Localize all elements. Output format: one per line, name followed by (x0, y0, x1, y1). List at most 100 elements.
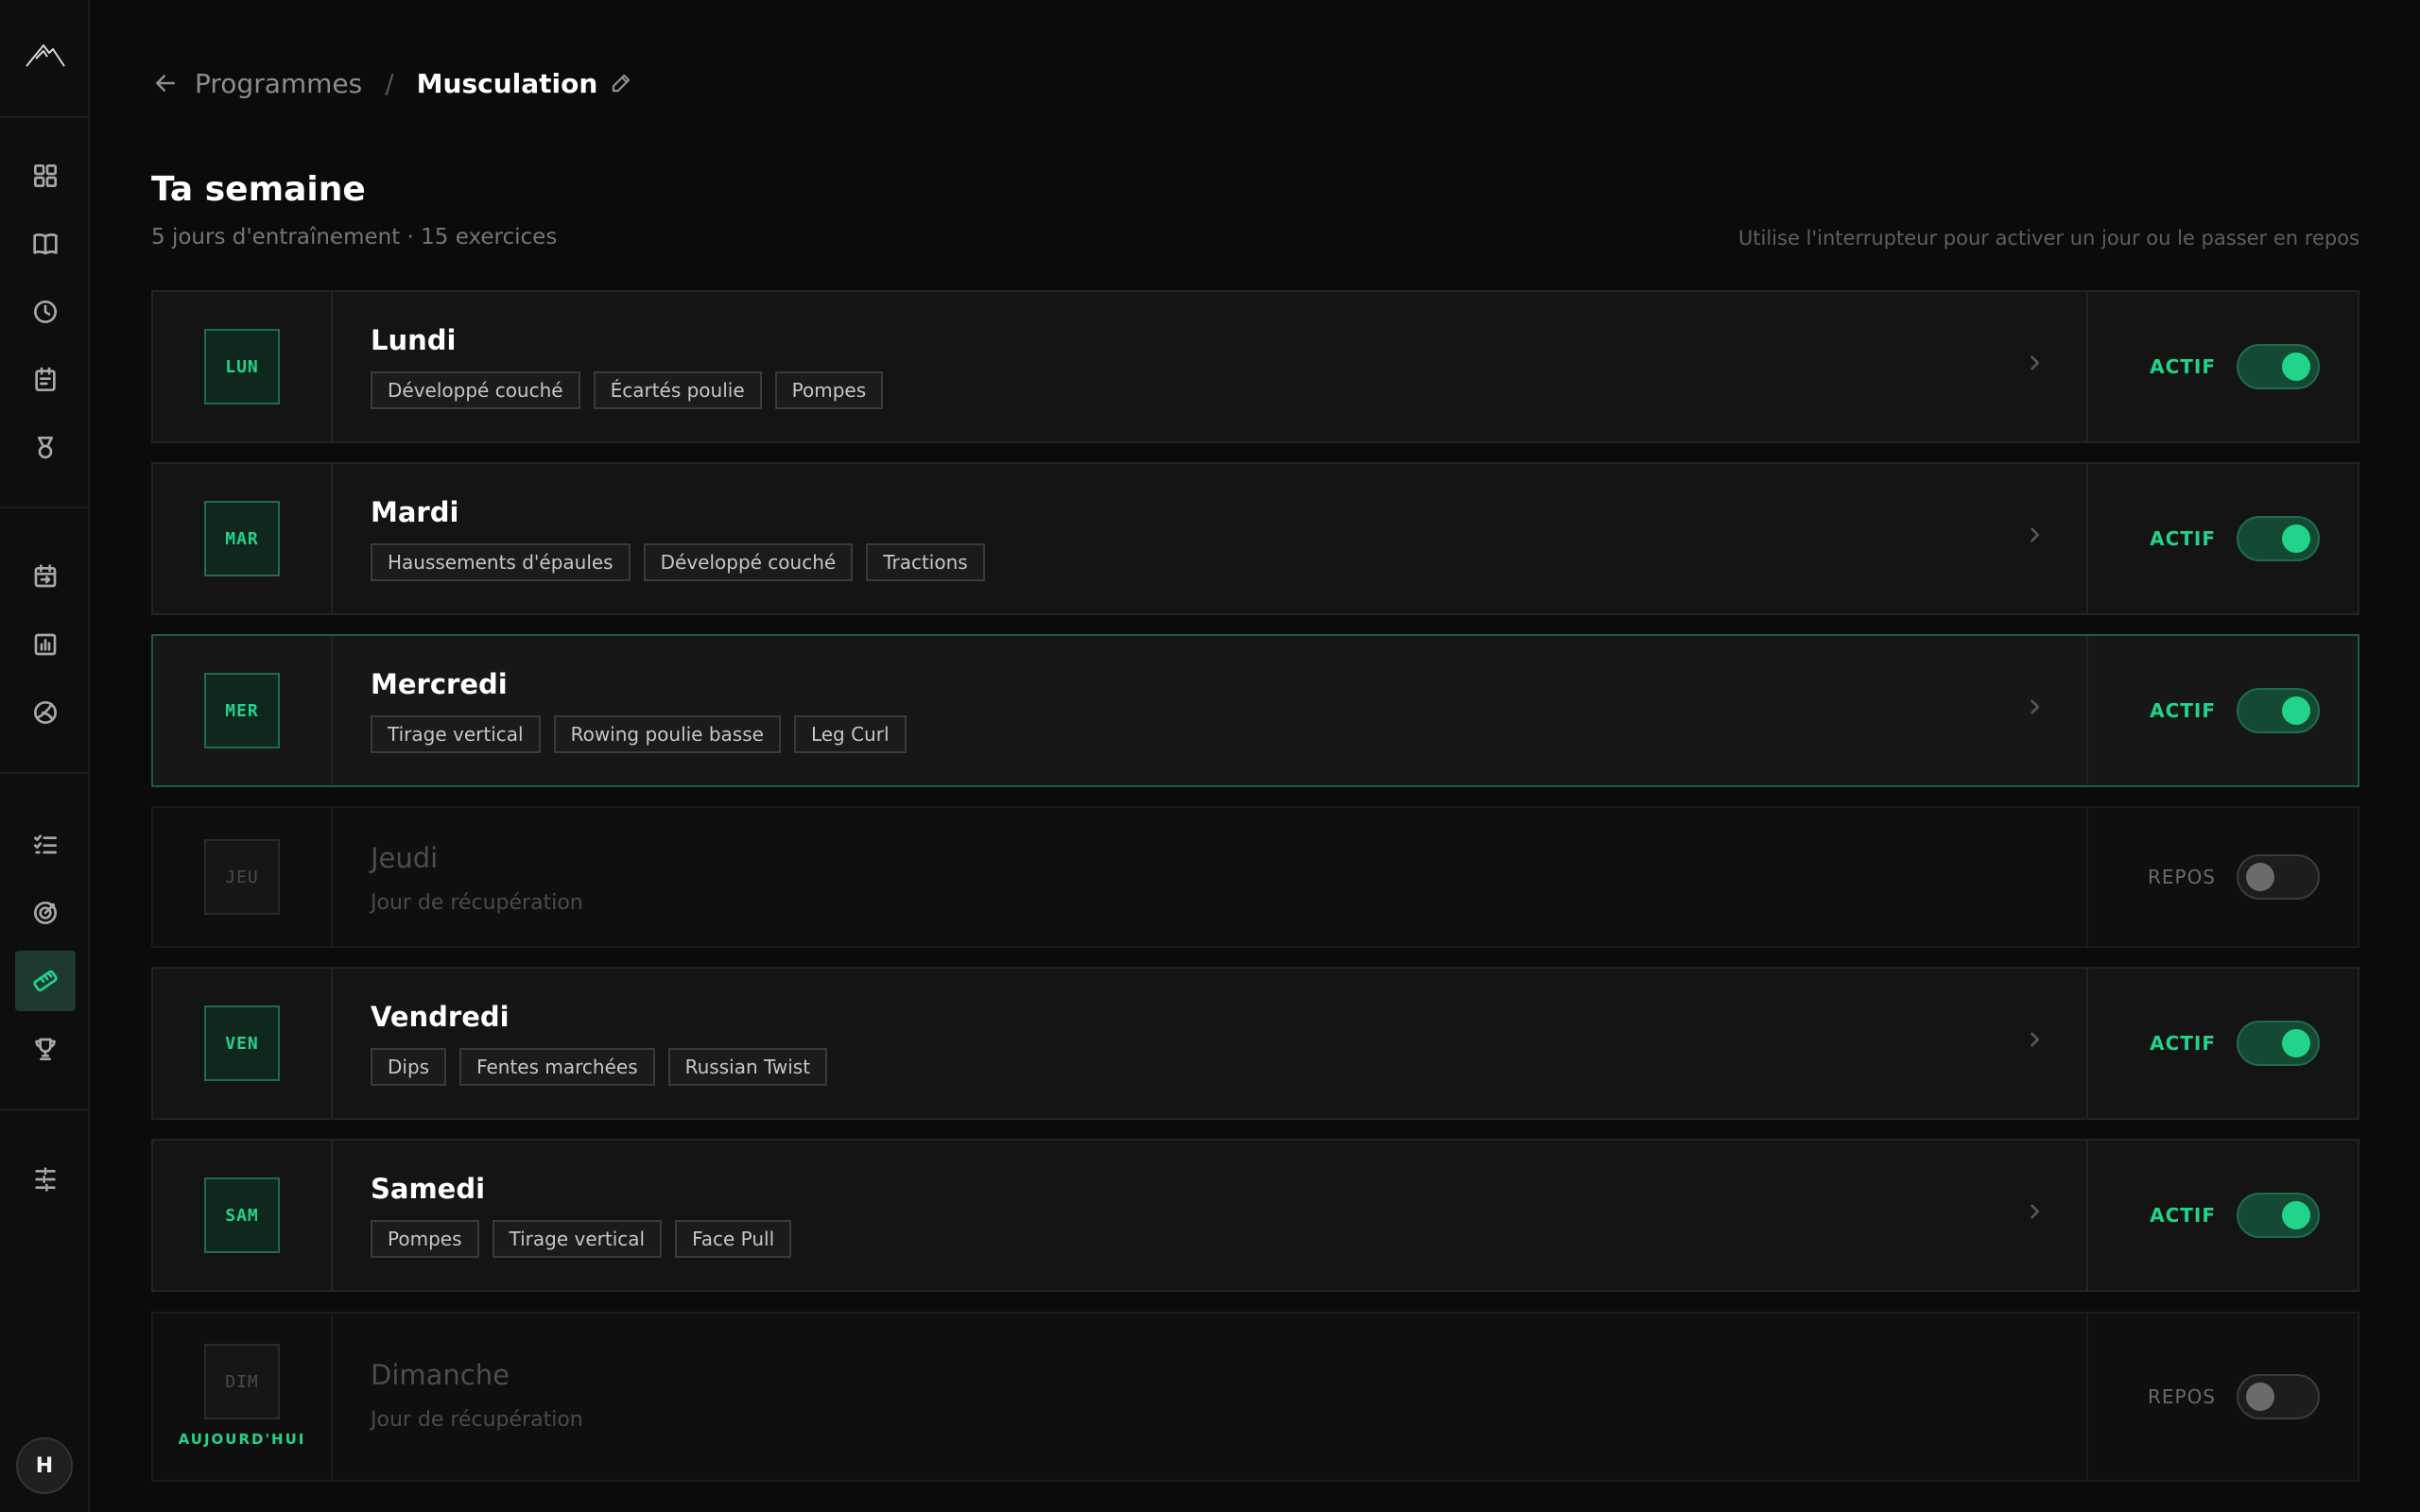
toggle-knob (2246, 863, 2274, 891)
status-label: REPOS (2147, 1385, 2216, 1408)
day-card-dimanche[interactable]: DIM AUJOURD'HUI Dimanche Jour de récupér… (151, 1312, 2360, 1482)
chevron-right-icon[interactable] (2020, 1197, 2048, 1226)
trophy-icon[interactable] (15, 1019, 76, 1079)
chevron-right-icon[interactable] (2020, 1025, 2048, 1054)
day-badge-column: SAM (153, 1141, 333, 1290)
day-content[interactable]: Samedi Pompes Tirage vertical Face Pull (333, 1141, 2086, 1290)
day-content[interactable]: Lundi Développé couché Écartés poulie Po… (333, 292, 2086, 441)
toggle-hint: Utilise l'interrupteur pour activer un j… (1737, 227, 2360, 249)
exercise-tag: Développé couché (643, 543, 854, 581)
sidebar-divider (0, 116, 89, 118)
day-badge: VEN (204, 1005, 280, 1081)
breadcrumb-separator: / (385, 67, 394, 99)
toggle-knob (2246, 1383, 2274, 1411)
day-name: Samedi (371, 1173, 486, 1205)
chevron-right-icon[interactable] (2020, 521, 2048, 549)
logo-icon[interactable] (25, 36, 66, 74)
page-title: Ta semaine (151, 170, 366, 209)
avatar[interactable]: H (16, 1437, 73, 1494)
day-card-lundi[interactable]: LUN Lundi Développé couché Écartés pouli… (151, 290, 2360, 443)
toggle-knob (2282, 696, 2310, 725)
day-name: Jeudi (371, 842, 439, 874)
status-label: ACTIF (2150, 355, 2216, 378)
day-badge-column: LUN (153, 292, 333, 441)
exercise-tag: Tractions (866, 543, 985, 581)
chevron-right-icon[interactable] (2020, 349, 2048, 377)
day-toggle[interactable] (2237, 854, 2320, 900)
sidebar-divider (0, 772, 89, 774)
day-card-mercredi[interactable]: MER Mercredi Tirage vertical Rowing poul… (151, 634, 2360, 787)
sidebar: H (0, 0, 90, 1512)
day-content[interactable]: Vendredi Dips Fentes marchées Russian Tw… (333, 969, 2086, 1118)
status-label: REPOS (2147, 866, 2216, 888)
calendar-icon[interactable] (15, 350, 76, 410)
day-badge: LUN (204, 329, 280, 404)
goals-icon[interactable] (15, 883, 76, 943)
toggle-column: ACTIF (2086, 636, 2358, 785)
toggle-column: ACTIF (2086, 1141, 2358, 1290)
day-badge-column: MER (153, 636, 333, 785)
exercise-tag: Leg Curl (793, 715, 907, 753)
checklist-icon[interactable] (15, 815, 76, 875)
exercise-tag: Face Pull (675, 1220, 792, 1258)
day-card-mardi[interactable]: MAR Mardi Haussements d'épaules Développ… (151, 462, 2360, 615)
page-subtitle: 5 jours d'entraînement · 15 exercices (151, 225, 558, 249)
status-label: ACTIF (2150, 1032, 2216, 1055)
day-toggle[interactable] (2237, 1374, 2320, 1419)
programs-icon[interactable] (15, 951, 76, 1011)
exercise-tag: Rowing poulie basse (553, 715, 781, 753)
history-icon[interactable] (15, 282, 76, 342)
rest-text: Jour de récupération (371, 891, 583, 915)
exercise-tag: Tirage vertical (492, 1220, 663, 1258)
breadcrumb: Programmes / Musculation (151, 64, 633, 102)
library-icon[interactable] (15, 214, 76, 274)
settings-icon[interactable] (15, 1149, 76, 1210)
day-content: Dimanche Jour de récupération (333, 1314, 2086, 1480)
day-content[interactable]: Mercredi Tirage vertical Rowing poulie b… (333, 636, 2086, 785)
medal-icon[interactable] (15, 418, 76, 478)
day-toggle[interactable] (2237, 1193, 2320, 1238)
day-toggle[interactable] (2237, 688, 2320, 733)
status-label: ACTIF (2150, 699, 2216, 722)
breadcrumb-parent[interactable]: Programmes (195, 68, 362, 99)
day-badge-column: JEU (153, 808, 333, 946)
day-badge: SAM (204, 1177, 280, 1253)
exercise-tag: Haussements d'épaules (371, 543, 631, 581)
exercise-tag: Développé couché (371, 371, 580, 409)
day-card-jeudi[interactable]: JEU Jeudi Jour de récupération REPOS (151, 806, 2360, 948)
day-badge: MAR (204, 501, 280, 576)
day-content: Jeudi Jour de récupération (333, 808, 2086, 946)
arrow-left-icon[interactable] (151, 69, 180, 97)
pencil-icon[interactable] (609, 71, 633, 95)
day-badge: JEU (204, 839, 280, 915)
toggle-column: REPOS (2086, 808, 2358, 946)
day-content[interactable]: Mardi Haussements d'épaules Développé co… (333, 464, 2086, 613)
dashboard-icon[interactable] (15, 146, 76, 206)
toggle-knob (2282, 1201, 2310, 1229)
day-badge: DIM (204, 1344, 280, 1419)
toggle-column: ACTIF (2086, 464, 2358, 613)
toggle-column: REPOS (2086, 1314, 2358, 1480)
toggle-knob (2282, 524, 2310, 553)
exercise-tag: Écartés poulie (593, 371, 762, 409)
toggle-knob (2282, 1029, 2310, 1057)
toggle-column: ACTIF (2086, 969, 2358, 1118)
exercise-tag: Pompes (371, 1220, 479, 1258)
day-badge-column: MAR (153, 464, 333, 613)
day-toggle[interactable] (2237, 1021, 2320, 1066)
exercise-tags: Haussements d'épaules Développé couché T… (371, 543, 2086, 581)
day-toggle[interactable] (2237, 516, 2320, 561)
exercise-tags: Développé couché Écartés poulie Pompes (371, 371, 2086, 409)
chevron-right-icon[interactable] (2020, 693, 2048, 721)
exercise-tag: Dips (371, 1048, 447, 1086)
day-card-samedi[interactable]: SAM Samedi Pompes Tirage vertical Face P… (151, 1139, 2360, 1292)
toggle-knob (2282, 352, 2310, 381)
status-label: ACTIF (2150, 527, 2216, 550)
day-badge-column: DIM AUJOURD'HUI (153, 1314, 333, 1480)
stats-icon[interactable] (15, 614, 76, 675)
day-card-vendredi[interactable]: VEN Vendredi Dips Fentes marchées Russia… (151, 967, 2360, 1120)
day-toggle[interactable] (2237, 344, 2320, 389)
nutrition-icon[interactable] (15, 682, 76, 743)
status-label: ACTIF (2150, 1204, 2216, 1227)
schedule-icon[interactable] (15, 546, 76, 607)
